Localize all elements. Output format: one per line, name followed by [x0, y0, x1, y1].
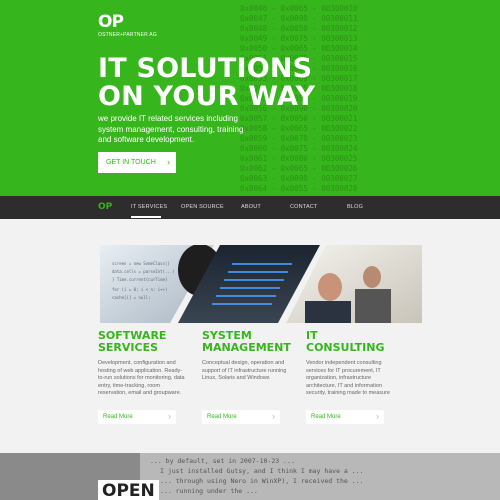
service-software-text: Development, configuration and hosting o… — [98, 360, 185, 397]
read-more-label: Read More — [207, 414, 237, 420]
logo-company-name: OSTNER+PARTNER AG — [98, 32, 157, 38]
nav-item-open-source[interactable]: OPEN SOURCE — [181, 204, 224, 210]
svg-text:cache[i] = null;: cache[i] = null; — [112, 295, 151, 300]
main-nav: OP IT SERVICES OPEN SOURCE ABOUT CONTACT… — [0, 196, 500, 219]
get-in-touch-label: GET IN TOUCH — [106, 159, 156, 166]
nav-item-contact[interactable]: CONTACT — [290, 204, 318, 210]
hero-section: 0x0046 - 0x0065 - 00300010 0x0047 - 0x00… — [0, 0, 500, 196]
service-software: SOFTWARE SERVICES Development, configura… — [98, 330, 186, 398]
service-software-title: SOFTWARE SERVICES — [98, 330, 186, 354]
hero-headline-line1: IT SOLUTIONS — [98, 53, 313, 84]
get-in-touch-button[interactable]: GET IN TOUCH › — [98, 152, 176, 173]
read-more-label: Read More — [311, 414, 341, 420]
services-photo-strip: screen = new SomeClass() data.cells = pa… — [0, 245, 500, 323]
nav-active-indicator — [131, 216, 161, 218]
nav-brand[interactable]: OP — [98, 202, 112, 212]
open-source-heading: OPEN — [98, 480, 159, 500]
service-system-text: Conceptual design, operation and support… — [202, 360, 287, 382]
service-consulting-title-line2: CONSULTING — [306, 341, 385, 354]
chevron-right-icon: › — [272, 411, 275, 421]
chevron-right-icon: › — [376, 411, 379, 421]
chevron-right-icon: › — [168, 411, 171, 421]
nav-item-it-services[interactable]: IT SERVICES — [131, 204, 167, 210]
service-system-title-line2: MANAGEMENT — [202, 341, 291, 354]
logo-mark: OP — [98, 12, 124, 32]
software-read-more-button[interactable]: Read More › — [98, 410, 176, 424]
service-software-title-line2: SERVICES — [98, 341, 159, 354]
service-consulting-title: IT CONSULTING — [306, 330, 394, 354]
open-source-section: ... by default, set in 2007-10-23 ... I … — [0, 453, 500, 500]
svg-text:for (i = 0; i < n; i++): for (i = 0; i < n; i++) — [112, 287, 167, 292]
nav-item-about[interactable]: ABOUT — [241, 204, 261, 210]
system-read-more-button[interactable]: Read More › — [202, 410, 280, 424]
logo[interactable]: OP OSTNER+PARTNER AG — [98, 12, 157, 39]
nav-item-blog[interactable]: BLOG — [347, 204, 363, 210]
read-more-label: Read More — [103, 414, 133, 420]
svg-text:} Time.current{curTime}: } Time.current{curTime} — [112, 277, 167, 282]
hero-headline-line2: ON YOUR WAY — [98, 81, 316, 112]
service-consulting-text: Vendor independent consulting services f… — [306, 360, 390, 397]
svg-text:data.cells = parseInt(...): data.cells = parseInt(...) — [112, 269, 175, 274]
hero-headline: IT SOLUTIONS ON YOUR WAY — [98, 55, 315, 111]
service-system: SYSTEM MANAGEMENT Conceptual design, ope… — [202, 330, 291, 383]
consulting-read-more-button[interactable]: Read More › — [306, 410, 384, 424]
service-consulting: IT CONSULTING Vendor independent consult… — [306, 330, 394, 398]
svg-text:screen = new SomeClass(): screen = new SomeClass() — [112, 261, 170, 266]
chevron-right-icon: › — [167, 157, 170, 167]
service-system-title: SYSTEM MANAGEMENT — [202, 330, 291, 354]
hero-lead-text: we provide IT related services including… — [98, 114, 244, 144]
